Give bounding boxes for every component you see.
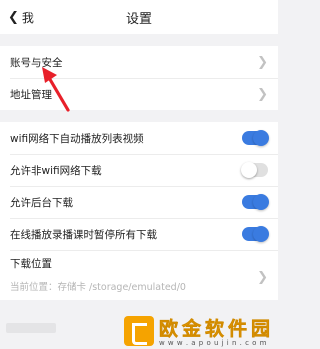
- wifi-autoplay-toggle[interactable]: [242, 130, 269, 146]
- page-title: 设置: [125, 11, 152, 27]
- pause-downloads-setting: 在线播放录播课时暂停所有下载: [0, 218, 278, 250]
- watermark-text: 欧金软件园: [158, 318, 274, 341]
- blurred-item: [6, 323, 56, 333]
- watermark-url: w w w . a p o u j i n . c o m: [158, 339, 267, 347]
- non-wifi-download-label: 允许非wifi网络下载: [10, 164, 102, 177]
- watermark: 欧金软件园 w w w . a p o u j i n . c o m: [123, 314, 274, 347]
- non-wifi-download-toggle[interactable]: [241, 162, 268, 178]
- watermark-logo-icon: [123, 315, 154, 346]
- chevron-right-icon: ❯: [257, 86, 268, 102]
- wifi-autoplay-label: wifi网络下自动播放列表视频: [10, 132, 144, 145]
- back-label: 我: [21, 10, 34, 25]
- background-download-setting: 允许后台下载: [0, 186, 278, 218]
- red-arrow-annotation: [42, 67, 70, 112]
- non-wifi-download-setting: 允许非wifi网络下载: [0, 154, 278, 186]
- download-location-item[interactable]: 下载位置 当前位置：存储卡 /storage/emulated/0 ❯: [0, 250, 278, 300]
- pause-downloads-toggle[interactable]: [242, 226, 269, 242]
- download-location-label: 下载位置: [10, 258, 52, 270]
- bottom-area: 欧金软件园 w w w . a p o u j i n . c o m: [0, 315, 278, 349]
- back-button[interactable]: ❮ 我: [8, 0, 34, 34]
- background-download-toggle[interactable]: [242, 194, 269, 210]
- chevron-right-icon: ❯: [257, 270, 268, 285]
- chevron-right-icon: ❯: [257, 54, 268, 70]
- nav-bar: ❮ 我 设置: [0, 0, 278, 34]
- chevron-left-icon: ❮: [8, 9, 19, 25]
- download-settings-group: wifi网络下自动播放列表视频 允许非wifi网络下载 允许后台下载 在线播放录…: [0, 122, 278, 300]
- wifi-autoplay-setting: wifi网络下自动播放列表视频: [0, 122, 278, 154]
- background-download-label: 允许后台下载: [10, 196, 73, 209]
- download-location-path: 当前位置：存储卡 /storage/emulated/0: [10, 282, 186, 293]
- pause-downloads-label: 在线播放录播课时暂停所有下载: [10, 228, 157, 241]
